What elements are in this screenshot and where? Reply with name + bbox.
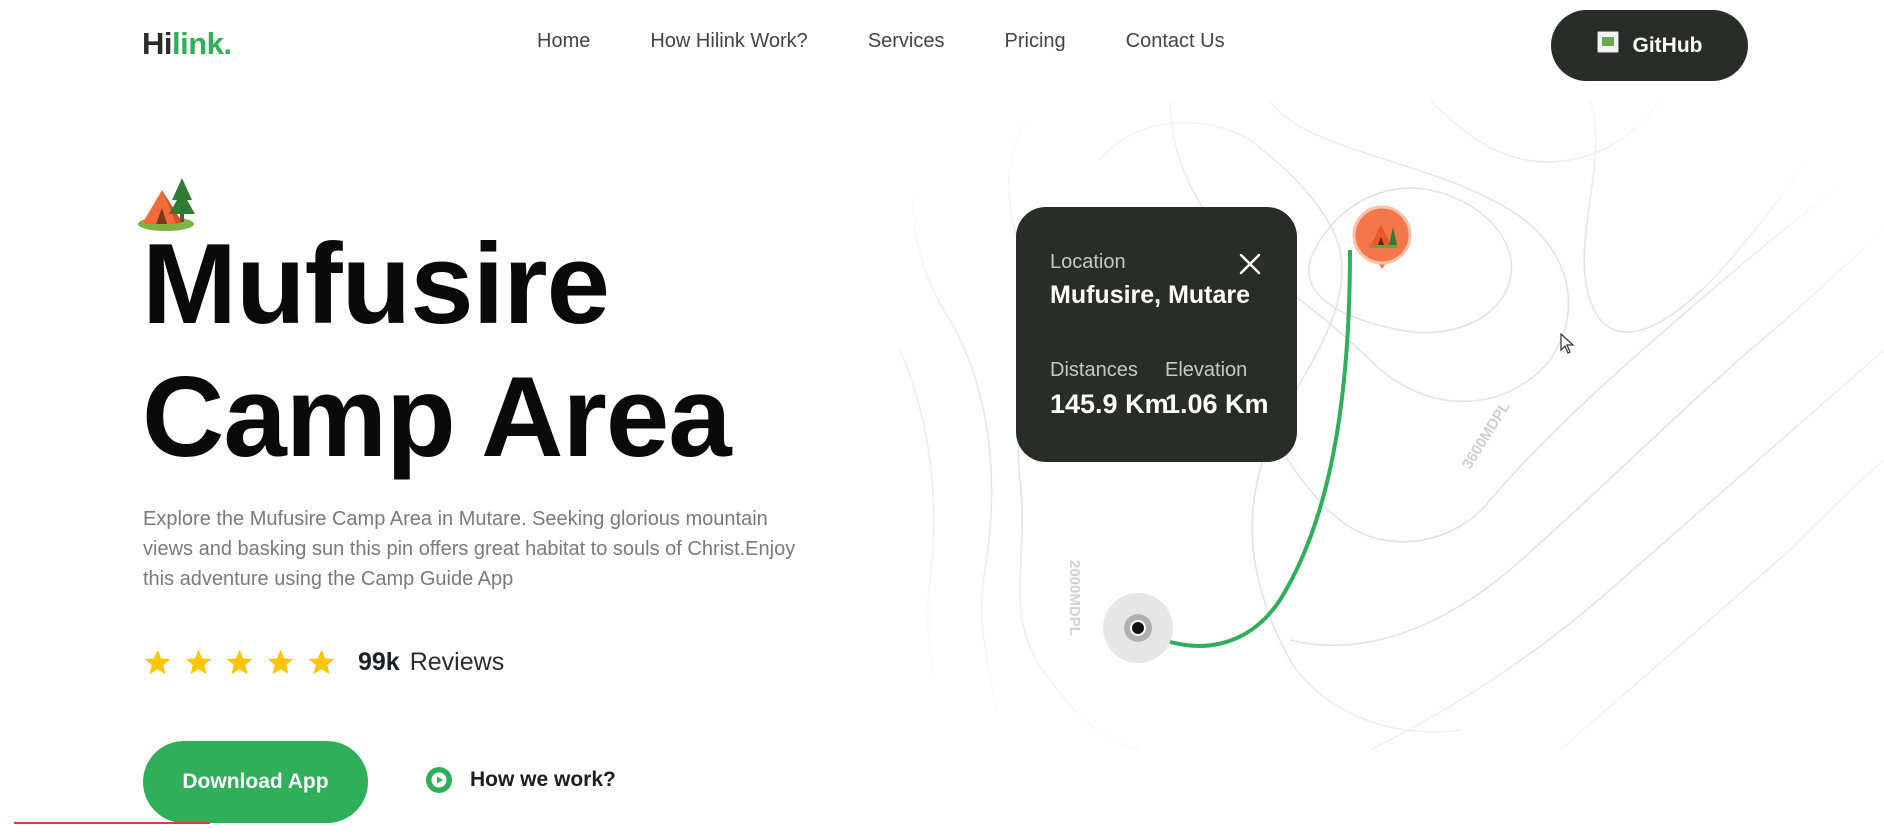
how-we-work-link[interactable]: How we work? (426, 767, 616, 793)
download-app-button[interactable]: Download App (143, 741, 368, 823)
star-icon (267, 649, 294, 675)
mouse-cursor-icon (1560, 333, 1575, 354)
hero-title-line-1: Mufusire (142, 221, 610, 348)
start-point-dot[interactable] (1130, 620, 1146, 636)
reviews-label: Reviews (409, 648, 505, 676)
nav-link-how-hilink-work[interactable]: How Hilink Work? (650, 30, 807, 53)
hero-description: Explore the Mufusire Camp Area in Mutare… (143, 508, 796, 590)
logo[interactable]: Hilink. (142, 26, 232, 62)
elevation-label: Elevation (1165, 359, 1248, 381)
location-label: Location (1050, 251, 1126, 273)
close-icon[interactable] (1237, 251, 1263, 277)
location-info-card: Location Mufusire, Mutare Distances Elev… (1016, 207, 1297, 462)
distance-value: 145.9 Km (1050, 389, 1169, 419)
star-icon (144, 649, 171, 675)
nav-link-contact-us[interactable]: Contact Us (1126, 30, 1225, 53)
github-button-label: GitHub (1632, 33, 1703, 57)
destination-pin-icon[interactable] (1351, 205, 1413, 271)
nav-link-services[interactable]: Services (868, 30, 945, 53)
hero-title: Mufusire Camp Area (142, 218, 732, 484)
star-icon (185, 649, 212, 675)
star-rating (143, 648, 336, 677)
hero-title-line-2: Camp Area (142, 354, 732, 481)
star-icon (226, 649, 253, 675)
play-icon (426, 767, 452, 793)
distance-label: Distances (1050, 359, 1138, 381)
github-button[interactable]: GitHub (1551, 10, 1748, 81)
progress-underline (14, 822, 210, 824)
contour-label-2000: 2000MDPL (1066, 560, 1083, 636)
how-we-work-label: How we work? (470, 768, 616, 791)
nav-link-home[interactable]: Home (537, 30, 590, 53)
location-value: Mufusire, Mutare (1050, 281, 1251, 309)
nav-link-pricing[interactable]: Pricing (1005, 30, 1066, 53)
reviews-count: 99k (358, 648, 400, 676)
main-nav: Home How Hilink Work? Services Pricing C… (537, 30, 1285, 53)
star-icon (308, 649, 335, 675)
broken-image-icon (1596, 30, 1619, 53)
site-header: Hilink. Home How Hilink Work? Services P… (0, 0, 1884, 90)
elevation-value: 1.06 Km (1165, 389, 1269, 419)
rating: 99k Reviews (143, 648, 504, 677)
